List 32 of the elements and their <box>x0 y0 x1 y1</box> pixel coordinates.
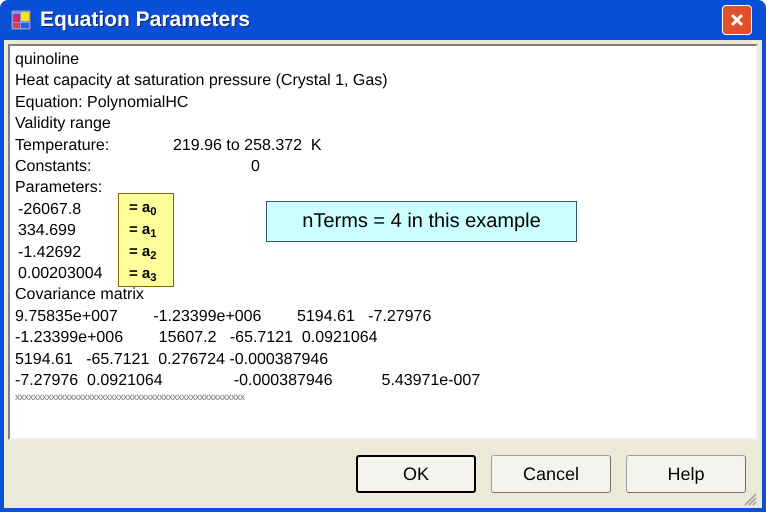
report-line: quinoline <box>15 50 80 70</box>
resize-grip-icon[interactable] <box>743 492 757 506</box>
app-icon <box>10 9 32 31</box>
matrix-row-text: 9.75835e+007 -1.23399e+006 5194.61 -7.27976 <box>15 306 432 327</box>
parameter-value: -26067.8 <box>18 200 82 220</box>
matrix-row-text: -7.27976 0.0921064 -0.000387946 5.43971e-007 <box>15 371 482 392</box>
field-value: 219.96 to 258.372 K <box>173 136 322 156</box>
field-label: Temperature: <box>15 136 110 156</box>
close-icon <box>729 12 745 28</box>
report-line: Equation: PolynomialHC <box>15 92 190 113</box>
matrix-row-text: -1.23399e+006 15607.2 -65.7121 0.0921064 <box>15 328 379 348</box>
dialog-button[interactable]: Help <box>626 455 746 493</box>
note-text: nTerms = 4 in this example <box>302 210 541 232</box>
dialog-button[interactable]: OK <box>356 455 476 493</box>
field-value: 0 <box>250 157 260 178</box>
close-button[interactable] <box>722 5 752 35</box>
dialog-button[interactable]: Cancel <box>491 455 611 493</box>
window-title: Equation Parameters <box>40 7 252 34</box>
field-label: Constants: <box>15 157 92 178</box>
report-line: Heat capacity at saturation pressure (Crystal 1, Gas) <box>15 71 389 92</box>
matrix-row-text: 5194.61 -65.7121 0.276724 -0.000387946 <box>15 350 330 370</box>
report-line: Covariance matrix <box>15 285 145 306</box>
parameter-value: -1.42692 <box>18 242 82 263</box>
report-line: Validity range <box>15 114 112 134</box>
coefficient-label: = a$_{0}$ <box>129 198 157 219</box>
parameter-value: 0.00203004 <box>18 264 103 284</box>
report-line: Parameters: <box>15 178 104 198</box>
coefficient-label: = a$_{3}$ <box>129 264 157 285</box>
coefficient-label: = a$_{1}$ <box>129 220 157 241</box>
parameter-value: 334.699 <box>18 221 76 242</box>
coefficient-label: = a$_{2}$ <box>129 242 157 263</box>
separator-line: xxxxxxxxxxxxxxxxxxxxxxxxxxxxxxxxxxxxxxxxxxxxxxxxxxx <box>15 392 246 404</box>
